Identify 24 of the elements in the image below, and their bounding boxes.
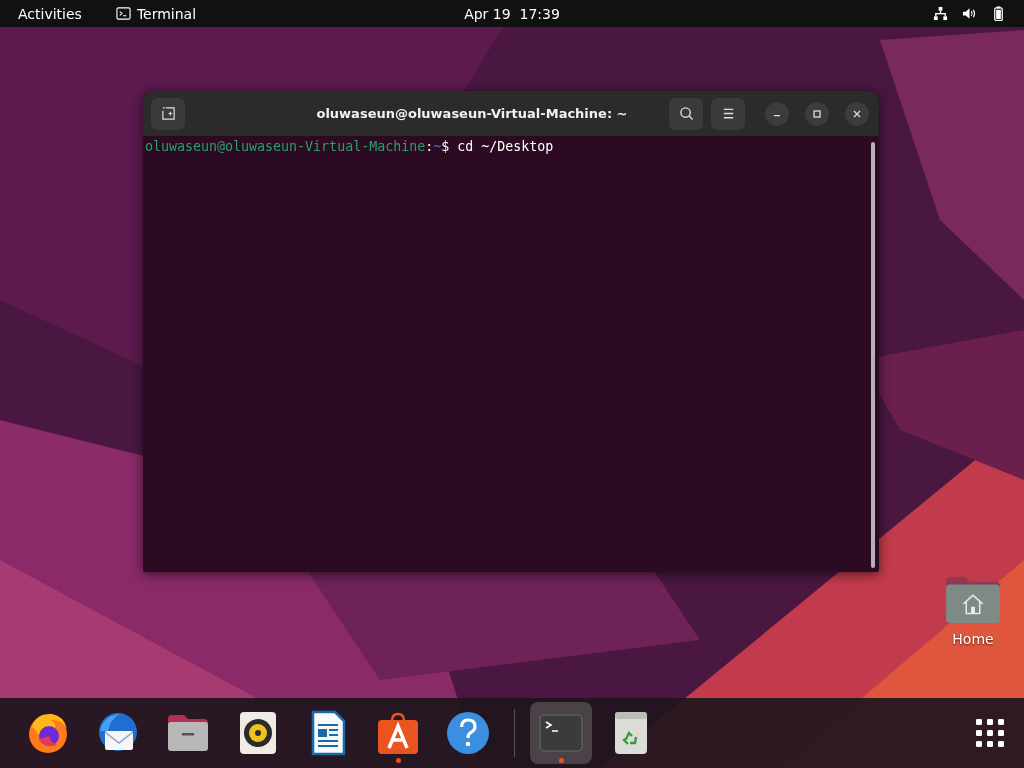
home-folder-icon[interactable]	[944, 575, 1002, 625]
minimize-icon	[774, 115, 780, 117]
maximize-icon	[812, 108, 822, 119]
close-button[interactable]	[845, 101, 869, 126]
close-icon	[852, 108, 862, 119]
new-tab-icon	[160, 106, 176, 121]
search-button[interactable]	[669, 97, 703, 130]
maximize-button[interactable]	[805, 101, 829, 126]
show-apps-icon[interactable]	[974, 717, 1006, 749]
terminal-icon	[115, 6, 131, 21]
activities-button[interactable]: Activities	[14, 3, 86, 24]
prompt-line: oluwaseun@oluwaseun-Virtual-Machine:~$ cd ~/Desktop	[145, 138, 555, 156]
window-title: oluwaseun@oluwaseun-Virtual-Machine: ~	[315, 106, 629, 121]
icon-label[interactable]: Home	[952, 631, 994, 647]
help-icon[interactable]	[444, 709, 492, 757]
network-icon[interactable]	[933, 6, 948, 21]
clock[interactable]: Apr 19 17:39	[460, 3, 564, 24]
app-menu[interactable]: Terminal	[111, 3, 201, 24]
menu-button[interactable]	[711, 97, 745, 130]
new-tab-button[interactable]	[151, 97, 185, 130]
search-icon	[678, 106, 694, 121]
volume-icon[interactable]	[962, 6, 977, 21]
battery-icon[interactable]	[991, 6, 1006, 21]
scrollbar[interactable]	[871, 142, 875, 568]
